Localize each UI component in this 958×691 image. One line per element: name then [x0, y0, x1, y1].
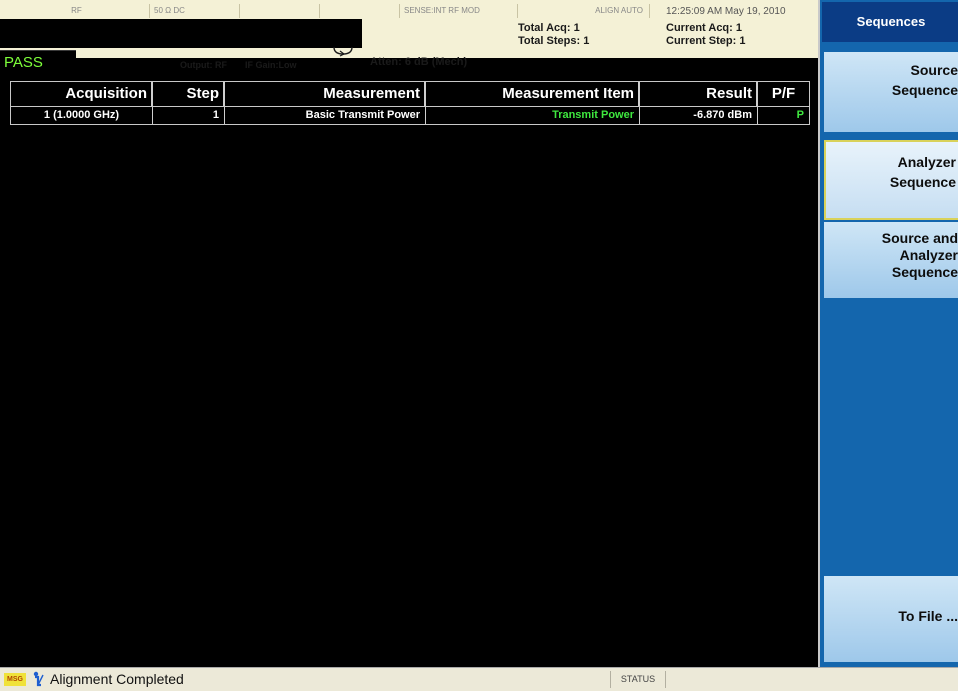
- cell-measurement-item: Transmit Power: [426, 107, 640, 124]
- status-label[interactable]: STATUS: [610, 671, 666, 688]
- status-bar: MSG Alignment Completed STATUS: [0, 667, 958, 691]
- softkey-label-line: Analyzer: [897, 154, 956, 170]
- total-acq: Total Acq: 1: [518, 22, 580, 34]
- softkey-panel-title: Sequences: [822, 2, 958, 42]
- col-acquisition[interactable]: Acquisition: [11, 82, 153, 106]
- softkey-label-line: Source: [910, 62, 958, 78]
- pass-indicator: PASS: [0, 50, 76, 72]
- to-file-key[interactable]: To File ...: [824, 576, 958, 662]
- col-step[interactable]: Step: [153, 82, 225, 106]
- table-header: Acquisition Step Measurement Measurement…: [10, 81, 810, 107]
- cell-step: 1: [153, 107, 225, 124]
- col-pf[interactable]: P/F: [758, 82, 809, 106]
- header-black-field: [0, 19, 362, 48]
- col-result[interactable]: Result: [640, 82, 758, 106]
- source-sequence-key[interactable]: Source Sequence: [824, 52, 958, 132]
- status-header: RF 50 Ω DC SENSE:INT RF MOD ALIGN AUTO 1…: [0, 0, 818, 78]
- cell-measurement: Basic Transmit Power: [225, 107, 426, 124]
- cell-acquisition: 1 (1.0000 GHz): [11, 107, 153, 124]
- col-measurement-item[interactable]: Measurement Item: [426, 82, 640, 106]
- output-label: Output: RF: [180, 60, 227, 70]
- info-icon: [33, 671, 44, 687]
- source-and-analyzer-sequence-key[interactable]: Source and Analyzer Sequence: [824, 222, 958, 298]
- softkey-label-line: To File ...: [898, 608, 958, 624]
- softkey-label-line: Source and: [881, 230, 958, 246]
- current-acq: Current Acq: 1: [666, 22, 742, 34]
- status-message: Alignment Completed: [50, 671, 184, 687]
- header-strip-rf: RF: [0, 4, 150, 18]
- loop-arrow-icon: [333, 46, 353, 57]
- current-step: Current Step: 1: [666, 35, 746, 47]
- total-steps: Total Steps: 1: [518, 35, 590, 47]
- cell-pf: P: [796, 109, 804, 121]
- softkey-label-line: Sequence: [889, 174, 956, 190]
- if-gain-label: IF Gain:Low: [245, 60, 297, 70]
- header-strip-blank-1: [240, 4, 320, 18]
- softkey-label-line: Sequence: [891, 82, 958, 98]
- header-strip-sense: SENSE:INT RF MOD: [400, 4, 518, 18]
- results-table: Acquisition Step Measurement Measurement…: [10, 81, 810, 125]
- softkey-panel: Sequences Source Sequence Analyzer Seque…: [818, 0, 958, 667]
- col-measurement[interactable]: Measurement: [225, 82, 426, 106]
- header-strip-align: ALIGN AUTO: [518, 4, 650, 18]
- analyzer-sequence-key[interactable]: Analyzer Sequence: [824, 140, 958, 220]
- msg-badge[interactable]: MSG: [4, 673, 26, 686]
- table-row[interactable]: 1 (1.0000 GHz) 1 Basic Transmit Power Tr…: [10, 107, 810, 125]
- softkey-label-line: Analyzer: [899, 247, 958, 263]
- atten-label: Atten: 6 dB (Mech): [370, 56, 468, 68]
- cell-result: -6.870 dBm: [640, 107, 758, 124]
- header-strip-impedance: 50 Ω DC: [150, 4, 240, 18]
- softkey-label-line: Sequence: [891, 264, 958, 280]
- header-datetime: 12:25:09 AM May 19, 2010: [666, 6, 786, 17]
- header-strip-blank-2: [320, 4, 400, 18]
- pass-label: PASS: [4, 54, 43, 71]
